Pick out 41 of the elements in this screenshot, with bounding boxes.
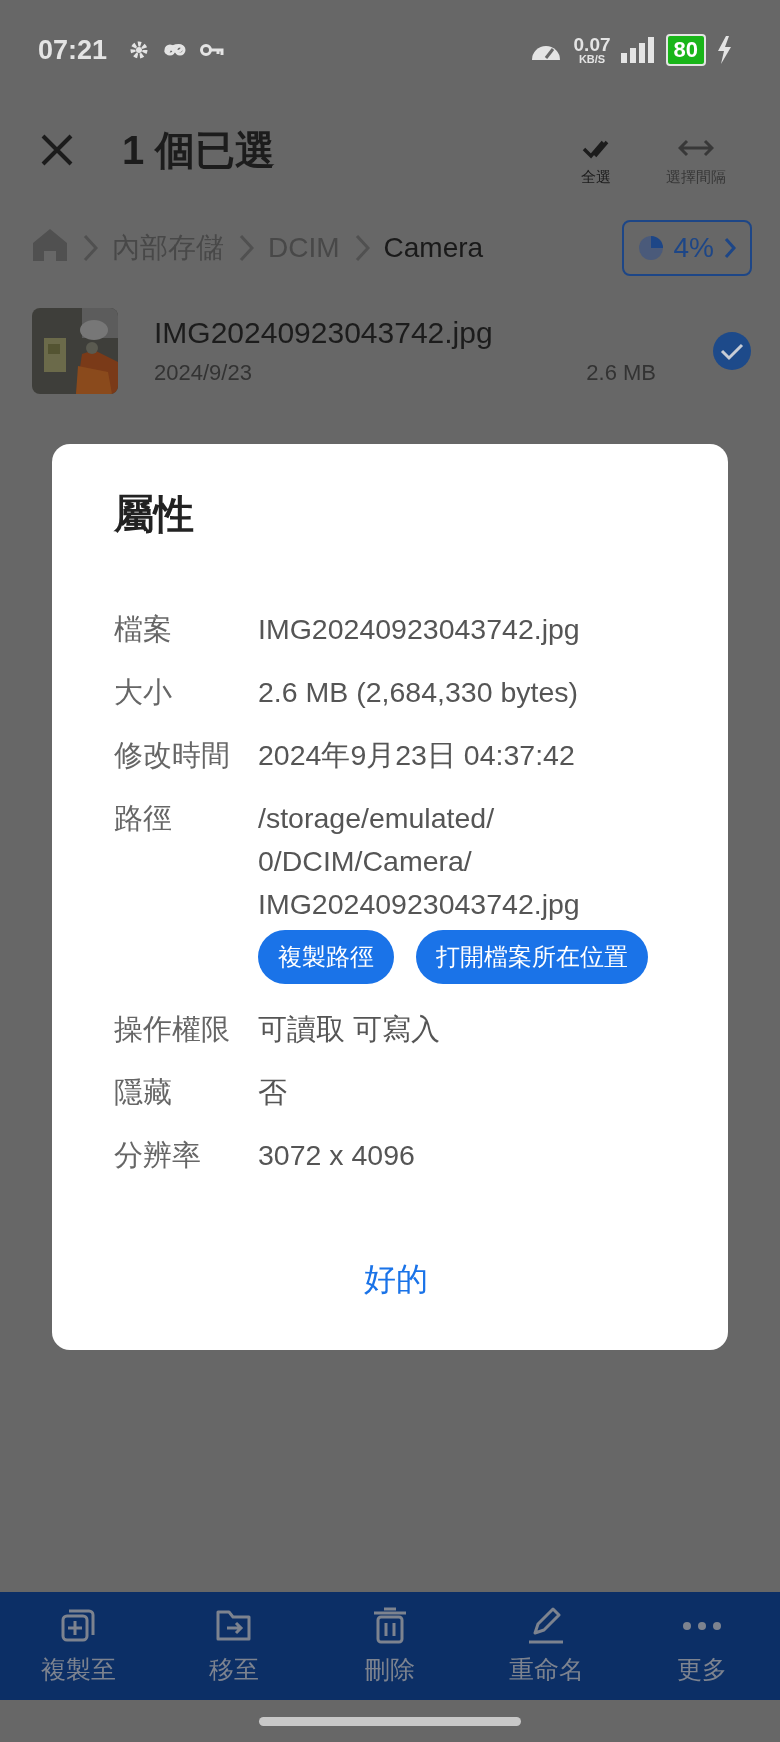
pencil-icon (527, 1606, 565, 1645)
ok-button[interactable]: 好的 (348, 1250, 444, 1310)
close-icon (40, 133, 74, 167)
action-button[interactable]: 重命名 (468, 1606, 624, 1686)
copy-path-button[interactable]: 複製路徑 (258, 930, 394, 984)
battery-level: 80 (665, 34, 706, 66)
open-location-button[interactable]: 打開檔案所在位置 (416, 930, 648, 984)
close-button[interactable] (40, 133, 74, 167)
property-value: 可讀取 可寫入 (258, 1012, 440, 1047)
action-button[interactable]: 刪除 (312, 1606, 468, 1686)
property-label: 路徑 (114, 801, 173, 836)
action-button[interactable]: 移至 (156, 1606, 312, 1686)
action-button[interactable]: 更多 (624, 1606, 780, 1686)
property-label: 操作權限 (114, 1012, 231, 1047)
clock: 07:21 (38, 34, 108, 66)
property-label: 大小 (114, 675, 173, 710)
dialog-title: 屬性 (114, 491, 195, 538)
home-indicator[interactable] (259, 1716, 521, 1726)
property-label: 修改時間 (114, 738, 231, 773)
property-value: IMG20240923043742.jpg (258, 612, 580, 647)
more-icon (683, 1621, 721, 1630)
signal-icon (620, 37, 654, 63)
charging-icon (716, 36, 732, 64)
select-all-button[interactable]: 全選 (546, 135, 646, 187)
action-button[interactable]: 複製至 (0, 1606, 156, 1686)
breadcrumb-item[interactable]: Camera (383, 232, 484, 264)
property-value: 3072 x 4096 (258, 1138, 415, 1173)
property-value: 否 (258, 1075, 287, 1110)
property-label: 檔案 (114, 612, 173, 647)
property-value: 2.6 MB (2,684,330 bytes) (258, 675, 578, 710)
network-speed: 0.07 KB/S (573, 35, 611, 65)
property-label: 隱藏 (114, 1075, 173, 1110)
chevron-icon (724, 237, 736, 259)
pie-chart-icon (637, 235, 664, 261)
property-label: 分辨率 (114, 1138, 202, 1173)
property-value: 2024年9月23日 04:37:42 (258, 738, 575, 773)
checked-checkbox[interactable] (712, 331, 752, 371)
selection-count-title: 1 個已選 (122, 126, 277, 174)
file-name: IMG20240923043742.jpg (154, 316, 494, 350)
trash-icon (371, 1606, 409, 1645)
property-value: /storage/emulated/ 0/DCIM/Camera/ IMG20240923043742.jpg (258, 801, 581, 922)
